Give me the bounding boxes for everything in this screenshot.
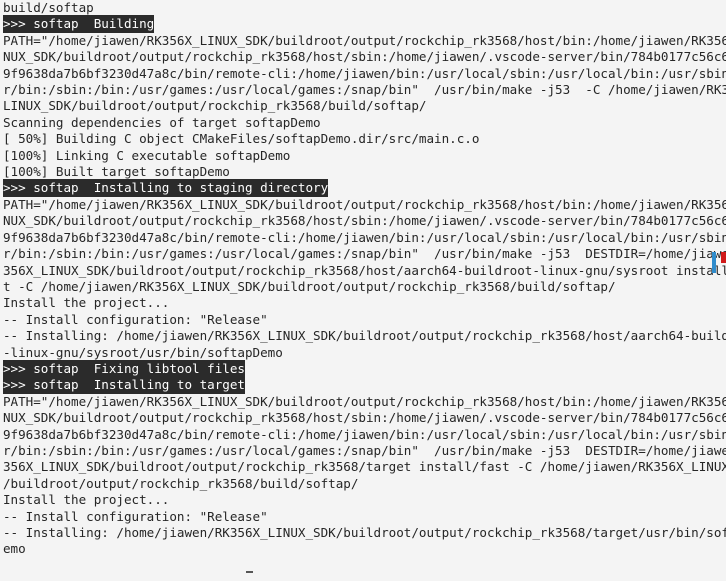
terminal-line: -linux-gnu/sysroot/usr/bin/softapDemo	[3, 344, 283, 360]
terminal-line: 356X_LINUX_SDK/buildroot/output/rockchip…	[3, 459, 726, 475]
terminal-line: NUX_SDK/buildroot/output/rockchip_rk3568…	[3, 49, 726, 65]
terminal-line: r/bin:/sbin:/bin:/usr/games:/usr/local/g…	[3, 82, 726, 98]
terminal-line: PATH="/home/jiawen/RK356X_LINUX_SDK/buil…	[3, 32, 726, 48]
terminal-step-header-text: >>> softap Fixing libtool files	[3, 359, 245, 378]
terminal-line: r/bin:/sbin:/bin:/usr/games:/usr/local/g…	[3, 246, 726, 262]
terminal-cursor	[246, 571, 253, 573]
terminal-step-header: >>> softap Installing to staging directo…	[3, 179, 726, 198]
terminal-line: [100%] Built target softapDemo	[3, 164, 230, 180]
terminal-step-header-text: >>> softap Installing to target	[3, 376, 245, 395]
terminal-line: PATH="/home/jiawen/RK356X_LINUX_SDK/buil…	[3, 196, 726, 212]
terminal-line: -- Installing: /home/jiawen/RK356X_LINUX…	[3, 525, 726, 540]
terminal-line: PATH="/home/jiawen/RK356X_LINUX_SDK/buil…	[3, 393, 726, 409]
terminal-line: NUX_SDK/buildroot/output/rockchip_rk3568…	[3, 410, 726, 426]
terminal-line: 9f9638da7b6bf3230d47a8c/bin/remote-cli:/…	[3, 426, 726, 442]
terminal-step-header: >>> softap Building	[3, 15, 726, 34]
terminal-line: build/softap	[3, 0, 94, 15]
terminal-line: -- Installing: /home/jiawen/RK356X_LINUX…	[3, 328, 726, 344]
terminal-step-header-text: >>> softap Installing to staging directo…	[3, 179, 329, 198]
terminal-line: -- Install configuration: "Release"	[3, 311, 268, 327]
terminal-line: [100%] Linking C executable softapDemo	[3, 147, 291, 163]
scrollbar-decoration-marker-red[interactable]	[721, 252, 726, 263]
terminal-line: t -C /home/jiawen/RK356X_LINUX_SDK/build…	[3, 278, 616, 294]
terminal-line: Scanning dependencies of target softapDe…	[3, 114, 321, 130]
terminal-line: emo	[3, 541, 26, 557]
terminal-step-header: >>> softap Fixing libtool files	[3, 359, 726, 378]
terminal-line: r/bin:/sbin:/bin:/usr/games:/usr/local/g…	[3, 442, 726, 458]
terminal-line: [ 50%] Building C object CMakeFiles/soft…	[3, 131, 480, 147]
terminal-line: /buildroot/output/rockchip_rk3568/build/…	[3, 475, 359, 491]
scrollbar-decoration-marker-blue[interactable]	[712, 252, 716, 273]
terminal-line: Install the project...	[3, 295, 170, 311]
terminal-line: NUX_SDK/buildroot/output/rockchip_rk3568…	[3, 213, 726, 229]
terminal-line: 356X_LINUX_SDK/buildroot/output/rockchip…	[3, 262, 726, 278]
terminal-line: LINUX_SDK/buildroot/output/rockchip_rk35…	[3, 98, 427, 114]
terminal-line: 9f9638da7b6bf3230d47a8c/bin/remote-cli:/…	[3, 229, 726, 245]
terminal-line: 9f9638da7b6bf3230d47a8c/bin/remote-cli:/…	[3, 65, 726, 81]
terminal-line: -- Install configuration: "Release"	[3, 508, 268, 524]
terminal-step-header: >>> softap Installing to target	[3, 376, 726, 395]
terminal-line: Install the project...	[3, 492, 170, 508]
terminal-line-list: build/softap >>> softap Building PATH="/ho…	[0, 0, 726, 558]
terminal-output-pane[interactable]: build/softap >>> softap Building PATH="/ho…	[0, 0, 726, 581]
terminal-step-header-text: >>> softap Building	[3, 15, 155, 34]
